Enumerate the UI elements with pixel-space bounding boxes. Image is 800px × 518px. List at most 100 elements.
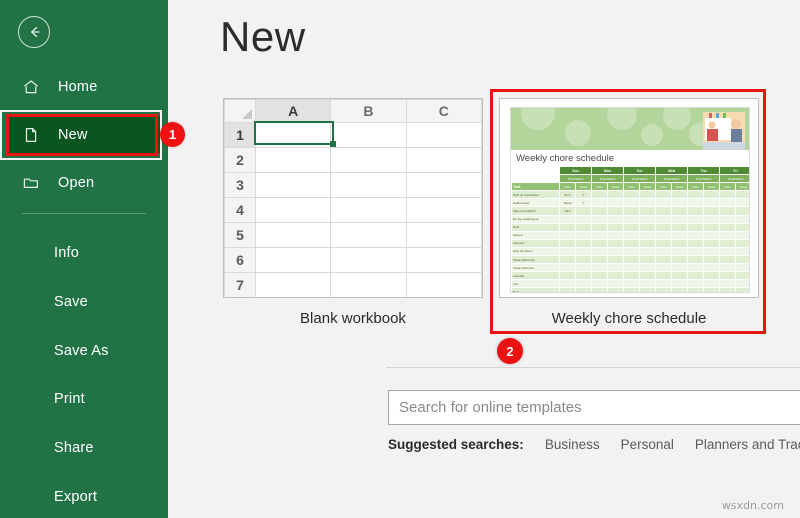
grid-cell[interactable] — [405, 197, 482, 223]
template-card-weekly-chore-schedule[interactable]: Weekly chore schedule Sun Mon Tue Wed Th… — [499, 98, 759, 327]
chore-empty-cell — [670, 198, 689, 208]
chore-day-header: Fri — [719, 165, 749, 176]
chore-empty-cell — [591, 230, 608, 240]
chore-empty-cell — [670, 238, 689, 248]
chore-task-row: Laundry — [511, 271, 749, 281]
chore-task-name: Bake — [511, 287, 560, 292]
suggested-link-planners-and-trackers[interactable]: Planners and Trackers — [695, 437, 800, 452]
grid-cell[interactable] — [330, 147, 407, 173]
column-header-b[interactable]: B — [330, 99, 407, 123]
row-header[interactable]: 3 — [224, 172, 256, 198]
chore-empty-cell — [670, 206, 689, 216]
grid-row: 5 — [224, 222, 482, 248]
grid-cell[interactable] — [254, 272, 332, 297]
grid-cell[interactable] — [330, 122, 407, 148]
chore-task-done — [575, 214, 592, 224]
sidebar-item-export[interactable]: Export — [8, 482, 160, 512]
sidebar-item-home[interactable]: Home — [8, 68, 160, 106]
chore-task-row: Iron — [511, 279, 749, 289]
sidebar-divider — [22, 213, 146, 214]
sidebar-item-new[interactable]: New — [8, 116, 160, 154]
grid-cell[interactable] — [254, 172, 332, 198]
chore-empty-cell — [607, 287, 624, 292]
new-document-icon — [16, 126, 46, 144]
grid-cell[interactable] — [405, 222, 482, 248]
grid-cell[interactable] — [330, 172, 407, 198]
chore-subheader-who: Who — [591, 182, 608, 192]
chore-empty-cell — [735, 287, 749, 292]
chore-task-done — [575, 230, 592, 240]
grid-cell[interactable] — [254, 197, 332, 223]
column-header-c[interactable]: C — [405, 99, 482, 123]
chore-task-done — [575, 246, 592, 257]
chore-task-row: Do the washing up — [511, 214, 749, 224]
search-input[interactable] — [389, 391, 800, 424]
chore-task-name: Mop the floors — [511, 246, 560, 257]
chore-empty-cell — [639, 206, 656, 216]
sidebar-item-open[interactable]: Open — [8, 164, 160, 202]
chore-task-name: Do the washing up — [511, 214, 560, 224]
chore-subheader-done: Done — [575, 182, 592, 192]
sidebar-item-save[interactable]: Save — [8, 287, 160, 317]
chore-empty-cell — [623, 271, 640, 281]
template-card-blank-workbook[interactable]: A B C 1 2 3 4 5 6 7 Blank workbook — [223, 98, 483, 327]
chore-task-who — [559, 287, 576, 292]
chore-empty-cell — [655, 238, 672, 248]
grid-cell[interactable] — [254, 222, 332, 248]
chore-task-name: Collect post — [511, 198, 560, 208]
column-header-a[interactable]: A — [254, 99, 332, 123]
select-all-corner[interactable] — [224, 99, 256, 123]
grid-cell[interactable] — [330, 222, 407, 248]
chore-task-done — [575, 271, 592, 281]
chore-subheader-who: Who — [623, 182, 640, 192]
back-arrow-icon[interactable] — [18, 16, 50, 48]
grid-cell[interactable] — [254, 147, 332, 173]
grid-cell[interactable] — [330, 247, 407, 273]
suggested-link-business[interactable]: Business — [545, 437, 600, 452]
chore-subheader-done: Done — [607, 182, 624, 192]
chore-empty-cell — [655, 214, 672, 224]
sidebar-item-print[interactable]: Print — [8, 384, 160, 414]
grid-row: 3 — [224, 172, 482, 198]
sidebar-item-share[interactable]: Share — [8, 433, 160, 463]
grid-cell[interactable] — [330, 197, 407, 223]
grid-cell[interactable] — [405, 272, 482, 297]
chore-empty-cell — [655, 287, 672, 292]
chore-empty-cell — [703, 246, 721, 257]
chore-subheader-who: Who — [559, 182, 576, 192]
chore-empty-cell — [607, 263, 624, 273]
row-header[interactable]: 4 — [224, 197, 256, 223]
chore-subheader-done: Done — [639, 182, 656, 192]
row-header[interactable]: 7 — [224, 272, 256, 297]
grid-cell[interactable] — [330, 272, 407, 297]
search-box[interactable] — [388, 390, 800, 425]
chore-task-row: Vacuum — [511, 238, 749, 248]
chore-task-who — [559, 246, 576, 257]
sidebar-item-save-as[interactable]: Save As — [8, 336, 160, 366]
chore-task-done: ✓ — [575, 198, 592, 208]
row-header[interactable]: 2 — [224, 147, 256, 173]
grid-cell[interactable] — [405, 147, 482, 173]
annotation-badge-2: 2 — [497, 338, 523, 364]
suggested-link-personal[interactable]: Personal — [621, 437, 674, 452]
chore-empty-cell — [719, 222, 737, 232]
chore-banner — [511, 108, 749, 150]
chore-empty-cell — [607, 246, 624, 257]
chore-empty-cell — [703, 287, 721, 292]
chore-empty-cell — [670, 271, 689, 281]
grid-cell[interactable] — [254, 122, 332, 148]
sidebar-item-info[interactable]: Info — [8, 238, 160, 268]
chore-task-who — [559, 271, 576, 281]
grid-cell[interactable] — [405, 122, 482, 148]
row-header[interactable]: 5 — [224, 222, 256, 248]
chore-empty-cell — [591, 255, 608, 265]
grid-cell[interactable] — [254, 247, 332, 273]
chore-schedule-preview: Weekly chore schedule Sun Mon Tue Wed Th… — [510, 107, 750, 293]
row-header[interactable]: 1 — [224, 122, 256, 148]
row-header[interactable]: 6 — [224, 247, 256, 273]
chore-empty-cell — [687, 287, 705, 292]
chore-task-done — [575, 279, 592, 289]
grid-cell[interactable] — [405, 247, 482, 273]
grid-cell[interactable] — [405, 172, 482, 198]
chore-empty-cell — [591, 271, 608, 281]
